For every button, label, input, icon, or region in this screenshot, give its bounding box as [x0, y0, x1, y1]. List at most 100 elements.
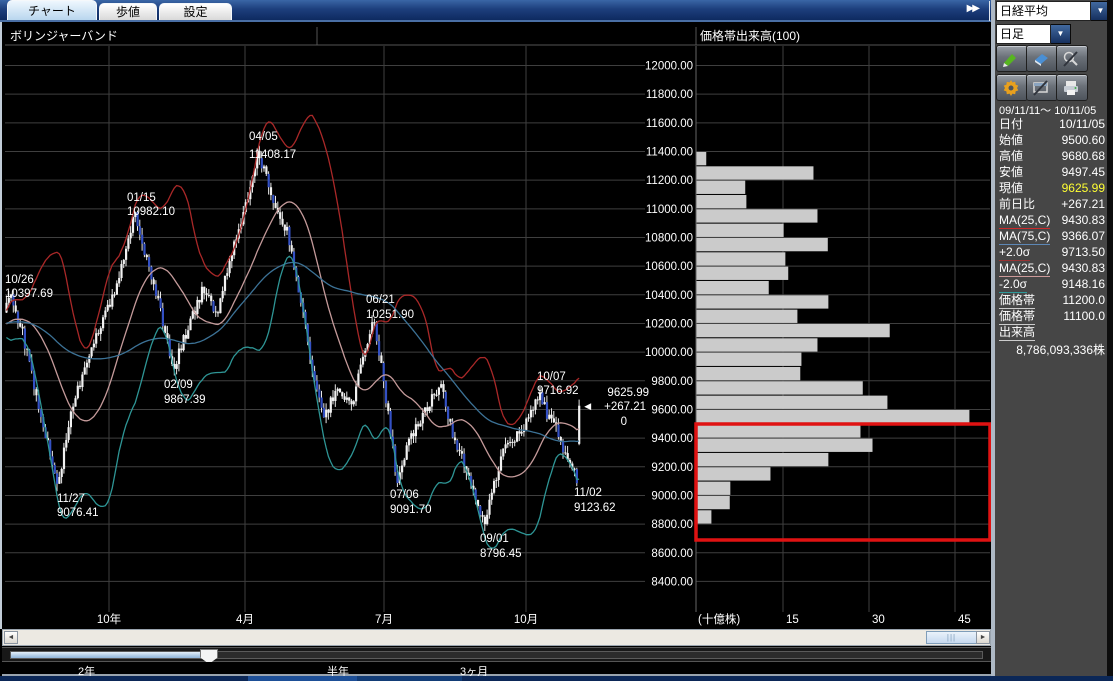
quote-row-value: 9500.60	[1062, 133, 1105, 148]
svg-text:8600.00: 8600.00	[651, 548, 693, 560]
svg-text:10200.00: 10200.00	[645, 318, 693, 330]
timeframe-select-arrow-icon[interactable]: ▼	[1051, 24, 1071, 44]
volume-profile-bar	[697, 195, 747, 208]
tab-price-ticks[interactable]: 歩値	[99, 3, 157, 20]
svg-text:11400.00: 11400.00	[646, 146, 693, 158]
chart-horizontal-scrollbar[interactable]: ◄ ||| ►	[2, 629, 991, 646]
svg-text:◄: ◄	[582, 401, 593, 413]
volume-profile-bar	[697, 496, 730, 509]
quote-row-label: MA(75,C)	[999, 229, 1050, 245]
volume-profile-bar	[697, 252, 786, 265]
symbol-select-value: 日経平均	[996, 1, 1091, 21]
symbol-select[interactable]: 日経平均 ▼	[996, 1, 1112, 21]
svg-text:04/05: 04/05	[249, 131, 278, 143]
bottom-status-strip	[0, 676, 1113, 681]
volume-profile-bar	[697, 238, 828, 251]
quote-row: 高値9680.68	[995, 149, 1107, 165]
svg-text:9076.41: 9076.41	[57, 507, 99, 519]
zoom-disabled-icon	[1062, 50, 1080, 68]
svg-text:11408.17: 11408.17	[249, 149, 296, 161]
svg-text:10月: 10月	[514, 614, 538, 626]
sidebar-right-edge	[1107, 0, 1113, 676]
volume-profile-bar	[697, 224, 784, 237]
quote-row-value: 9497.45	[1062, 165, 1105, 180]
date-range-label: 09/11/11～ 10/11/05	[999, 102, 1096, 118]
quote-row: 現値9625.99	[995, 181, 1107, 197]
svg-text:10000.00: 10000.00	[645, 347, 693, 359]
volume-profile-bar	[697, 482, 731, 495]
quote-row: 前日比+267.21	[995, 197, 1107, 213]
quote-row-label: MA(25,C)	[999, 213, 1050, 229]
svg-text:7月: 7月	[375, 614, 393, 626]
svg-text:12000.00: 12000.00	[645, 61, 693, 73]
svg-text:11000.00: 11000.00	[646, 204, 693, 216]
svg-text:01/15: 01/15	[127, 192, 156, 204]
eraser-button[interactable]	[1026, 45, 1058, 72]
volume-profile-bar	[697, 281, 769, 294]
top-tab-bar: チャート 歩値 設定 ▶▶	[0, 0, 991, 22]
quote-row-value: 9713.50	[1062, 245, 1105, 260]
quote-row-label: 日付	[999, 117, 1023, 132]
gear-button[interactable]	[996, 74, 1028, 101]
svg-text:9800.00: 9800.00	[651, 376, 693, 388]
volume-profile-bar	[697, 338, 818, 351]
svg-text:10年: 10年	[97, 612, 121, 626]
quote-row: -2.0σ 9148.16	[995, 277, 1107, 293]
scrollbar-thumb[interactable]: |||	[926, 631, 977, 644]
svg-text:10/07: 10/07	[537, 371, 566, 383]
svg-text:30: 30	[872, 614, 885, 626]
tab-settings[interactable]: 設定	[159, 3, 232, 20]
quote-row-label: MA(25,C)	[999, 261, 1050, 277]
volume-profile-bar	[697, 424, 861, 437]
printer-button[interactable]	[1056, 74, 1088, 101]
quote-row: 安値9497.45	[995, 165, 1107, 181]
tab-chart[interactable]: チャート	[7, 0, 97, 20]
quote-row-label: +2.0σ	[999, 245, 1030, 261]
quote-row-value: +267.21	[1061, 197, 1105, 212]
svg-text:09/01: 09/01	[480, 533, 509, 545]
svg-text:15: 15	[786, 614, 799, 626]
gear-icon	[1002, 79, 1020, 97]
screen-disabled-icon	[1032, 79, 1050, 97]
quote-row-label: 価格帯	[999, 309, 1035, 325]
main-chart-canvas[interactable]: ボリンジャーバンド価格帯出来高(100)12000.0011800.001160…	[2, 22, 991, 629]
slider-fill	[11, 652, 207, 658]
volume-profile-bar	[697, 209, 818, 222]
range-preset-bar: 2年 半年 3ヶ月	[2, 662, 991, 676]
svg-text:9716.92: 9716.92	[537, 385, 579, 397]
total-volume-value: 8,786,093,336株	[995, 341, 1105, 358]
volume-profile-bar	[697, 439, 873, 452]
time-range-slider[interactable]	[2, 647, 991, 662]
quote-row-value: 9148.16	[1062, 277, 1105, 292]
quote-row: 日付10/11/05	[995, 117, 1107, 133]
quote-row-value: 9430.83	[1062, 261, 1105, 276]
eraser-icon	[1032, 50, 1050, 68]
quote-row: 始値9500.60	[995, 133, 1107, 149]
screen-disabled-button[interactable]	[1026, 74, 1058, 101]
volume-profile-bar	[697, 353, 802, 366]
scroll-left-button[interactable]: ◄	[4, 631, 18, 644]
zoom-disabled-button[interactable]	[1056, 45, 1088, 72]
volume-profile-bar	[697, 467, 771, 480]
svg-text:価格帯出来高(100): 価格帯出来高(100)	[700, 28, 800, 43]
scroll-right-button[interactable]: ►	[976, 631, 990, 644]
quote-row-label: -2.0σ	[999, 277, 1027, 293]
quote-row: +2.0σ 9713.50	[995, 245, 1107, 261]
trading-app-window: { "tabs": [ {"label": "チャート", "active": …	[0, 0, 1113, 681]
svg-text:9123.62: 9123.62	[574, 502, 616, 514]
timeframe-select[interactable]: 日足 ▼	[996, 24, 1072, 44]
quote-sidebar: 日経平均 ▼ 日足 ▼ 09/11/11～ 10/11/05 日付10/11/0…	[995, 0, 1113, 676]
pencil-button[interactable]	[996, 45, 1028, 72]
svg-text:07/06: 07/06	[390, 489, 419, 501]
svg-text:4月: 4月	[236, 614, 254, 626]
expand-chevrons-icon[interactable]: ▶▶	[967, 3, 978, 14]
svg-text:(十億株): (十億株)	[698, 612, 740, 626]
quote-row: MA(25,C)9430.83	[995, 213, 1107, 229]
svg-text:ボリンジャーバンド: ボリンジャーバンド	[10, 29, 118, 43]
volume-profile-bar	[697, 310, 798, 323]
volume-profile-bar	[697, 324, 890, 337]
quote-row-value: 11100.0	[1063, 309, 1105, 324]
volume-profile-bar	[697, 381, 863, 394]
svg-text:0: 0	[621, 416, 627, 428]
volume-profile-bar	[697, 453, 829, 466]
